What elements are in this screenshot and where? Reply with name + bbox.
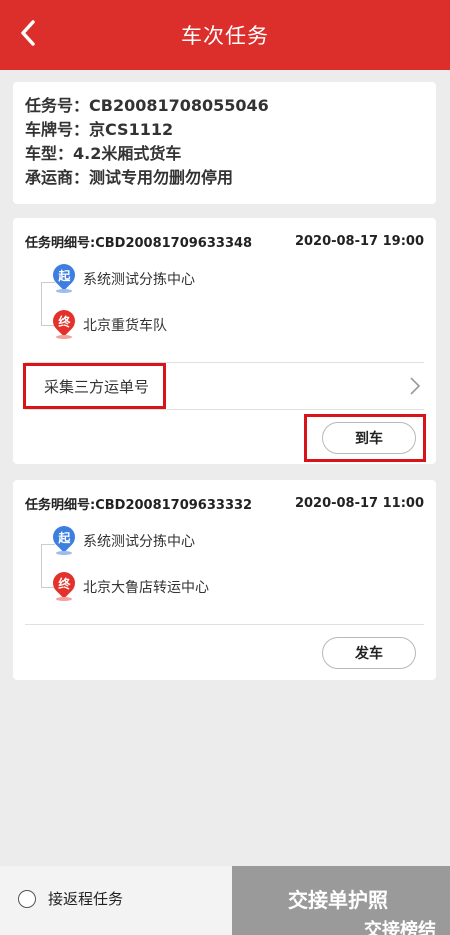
handover-button[interactable]: 交接单护照 交接榜结 <box>232 866 450 935</box>
arrive-button[interactable]: 到车 <box>322 422 416 454</box>
chevron-right-icon <box>410 377 421 395</box>
handover-label: 交接单护照 <box>288 888 388 912</box>
end-pin-icon: 终 <box>48 305 80 340</box>
end-location: 北京大鲁店转运中心 <box>83 580 209 596</box>
trip-info-card: 任务号：CB20081708055046 车牌号：京CS1112 车型：4.2米… <box>13 82 436 204</box>
route-end: 终 北京重货车队 <box>48 305 167 340</box>
top-app-bar: 车次任务 <box>0 0 450 70</box>
task-detail-card: 任务明细号:CBD20081709633348 2020-08-17 19:00… <box>13 218 436 464</box>
task-number: 任务号：CB20081708055046 <box>25 96 269 115</box>
task-detail-header: 任务明细号:CBD20081709633348 2020-08-17 19:00 <box>25 218 424 264</box>
end-location: 北京重货车队 <box>83 318 167 334</box>
route: 起 系统测试分拣中心 终 北京重货车队 <box>25 259 424 362</box>
handover-label-secondary: 交接榜结 <box>364 920 436 935</box>
end-pin-icon: 终 <box>48 567 80 602</box>
start-location: 系统测试分拣中心 <box>83 534 195 550</box>
chevron-left-icon <box>21 20 35 46</box>
carrier: 承运商：测试专用勿删勿停用 <box>25 168 234 187</box>
route-start: 起 系统测试分拣中心 <box>48 521 195 556</box>
bottom-bar: 接返程任务 交接单护照 交接榜结 <box>0 866 450 935</box>
collect-waybill-row[interactable]: 采集三方运单号 <box>23 363 424 409</box>
action-row: 到车 <box>25 410 426 462</box>
start-location: 系统测试分拣中心 <box>83 272 195 288</box>
plate-number: 车牌号：京CS1112 <box>25 120 174 139</box>
task-detail-number: 任务明细号:CBD20081709633332 <box>25 497 253 513</box>
page-title: 车次任务 <box>181 24 269 48</box>
back-button[interactable] <box>10 15 46 51</box>
task-detail-number: 任务明细号:CBD20081709633348 <box>25 235 253 251</box>
collect-waybill-label: 采集三方运单号 <box>23 363 167 409</box>
return-task-label: 接返程任务 <box>48 890 124 908</box>
route: 起 系统测试分拣中心 终 北京大鲁店转运中心 <box>25 521 424 624</box>
return-task-toggle[interactable]: 接返程任务 <box>18 888 123 909</box>
depart-button[interactable]: 发车 <box>322 637 416 669</box>
action-row: 发车 <box>25 625 424 681</box>
task-detail-header: 任务明细号:CBD20081709633332 2020-08-17 11:00 <box>25 480 424 526</box>
vehicle-type: 车型：4.2米厢式货车 <box>25 144 182 163</box>
task-detail-time: 2020-08-17 11:00 <box>294 495 424 511</box>
start-pin-icon: 起 <box>48 259 80 294</box>
task-detail-card: 任务明细号:CBD20081709633332 2020-08-17 11:00… <box>13 480 436 680</box>
task-detail-time: 2020-08-17 19:00 <box>294 233 424 249</box>
route-start: 起 系统测试分拣中心 <box>48 259 195 294</box>
route-end: 终 北京大鲁店转运中心 <box>48 567 209 602</box>
radio-icon[interactable] <box>18 889 36 908</box>
start-pin-icon: 起 <box>48 521 80 556</box>
